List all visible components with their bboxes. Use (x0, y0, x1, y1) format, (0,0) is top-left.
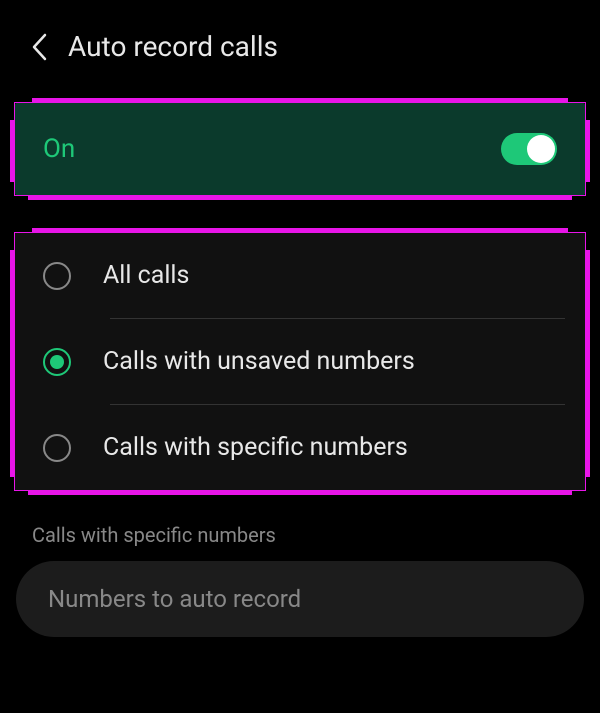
header: Auto record calls (0, 0, 600, 83)
toggle-switch[interactable] (501, 133, 557, 165)
master-toggle-row[interactable]: On (15, 103, 585, 195)
radio-icon (43, 262, 71, 290)
option-all-calls[interactable]: All calls (15, 233, 585, 318)
option-label: Calls with unsaved numbers (103, 347, 415, 376)
toggle-knob (527, 135, 555, 163)
option-unsaved-numbers[interactable]: Calls with unsaved numbers (15, 319, 585, 404)
back-icon[interactable] (30, 32, 48, 62)
input-placeholder: Numbers to auto record (48, 585, 301, 613)
options-highlight: All calls Calls with unsaved numbers Cal… (10, 228, 590, 495)
numbers-input[interactable]: Numbers to auto record (16, 561, 584, 637)
toggle-highlight: On (10, 98, 590, 200)
option-specific-numbers[interactable]: Calls with specific numbers (15, 405, 585, 490)
option-label: Calls with specific numbers (103, 433, 408, 462)
toggle-label: On (43, 134, 75, 164)
radio-dot (50, 355, 64, 369)
option-label: All calls (103, 261, 189, 290)
section-label: Calls with specific numbers (0, 499, 600, 561)
page-title: Auto record calls (68, 30, 278, 63)
radio-icon (43, 434, 71, 462)
radio-icon-selected (43, 348, 71, 376)
